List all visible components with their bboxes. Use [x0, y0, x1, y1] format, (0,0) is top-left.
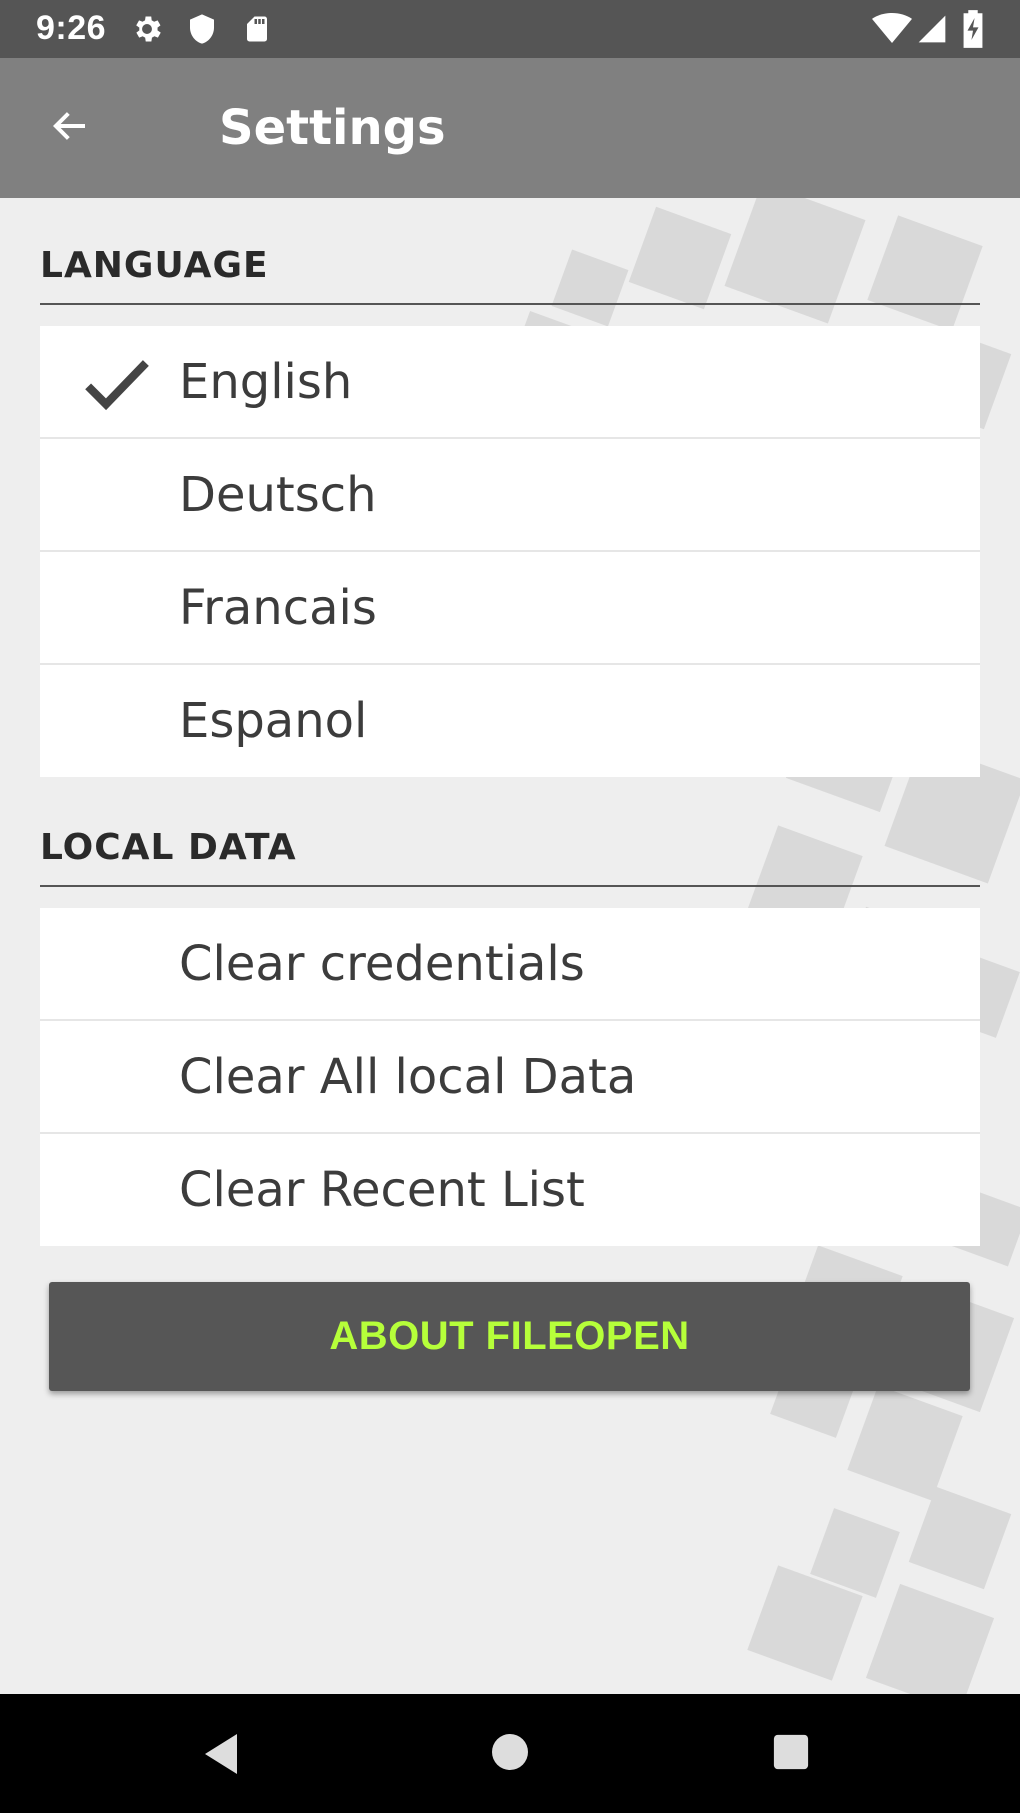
wifi-icon	[872, 13, 912, 47]
language-option-espanol[interactable]: Espanol	[40, 665, 980, 777]
recents-square-icon[interactable]	[772, 1733, 810, 1775]
list-item-label: English	[179, 354, 353, 410]
language-option-deutsch[interactable]: Deutsch	[40, 439, 980, 552]
page-title: Settings	[219, 100, 446, 156]
system-nav-bar	[0, 1694, 1020, 1813]
signal-icon	[916, 13, 948, 49]
back-button[interactable]	[30, 92, 110, 164]
list-item-label: Clear credentials	[179, 936, 585, 992]
app-bar: Settings	[0, 58, 1020, 198]
section-header-language: LANGUAGE	[40, 245, 269, 286]
checkmark-icon	[84, 356, 150, 418]
gear-icon	[130, 12, 164, 50]
list-item-label: Deutsch	[179, 467, 377, 523]
arrow-left-icon	[48, 106, 92, 150]
language-option-english[interactable]: English	[40, 326, 980, 439]
divider	[40, 885, 980, 887]
language-list: English Deutsch Francais Espanol	[40, 326, 980, 777]
list-item-label: Clear Recent List	[179, 1162, 585, 1218]
status-time: 9:26	[36, 9, 107, 47]
list-item-label: Clear All local Data	[179, 1049, 637, 1105]
battery-charging-icon	[962, 10, 984, 52]
back-triangle-icon[interactable]	[200, 1732, 242, 1780]
sd-card-icon	[242, 12, 272, 50]
clear-all-local-data-item[interactable]: Clear All local Data	[40, 1021, 980, 1134]
clear-credentials-item[interactable]: Clear credentials	[40, 908, 980, 1021]
shield-icon	[186, 12, 218, 50]
local-data-list: Clear credentials Clear All local Data C…	[40, 908, 980, 1246]
divider	[40, 303, 980, 305]
section-header-local-data: LOCAL DATA	[40, 827, 297, 868]
list-item-label: Espanol	[179, 693, 368, 749]
status-bar: 9:26	[0, 0, 1020, 58]
home-circle-icon[interactable]	[490, 1732, 530, 1776]
about-fileopen-button[interactable]: ABOUT FILEOPEN	[49, 1282, 970, 1391]
language-option-francais[interactable]: Francais	[40, 552, 980, 665]
list-item-label: Francais	[179, 580, 377, 636]
about-button-label: ABOUT FILEOPEN	[329, 1314, 690, 1358]
clear-recent-list-item[interactable]: Clear Recent List	[40, 1134, 980, 1246]
